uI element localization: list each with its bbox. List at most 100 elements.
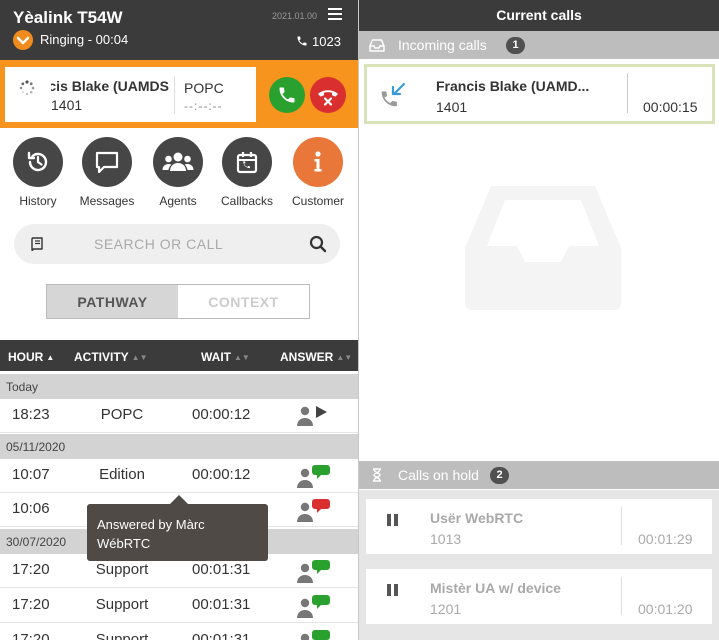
on-hold-call-card[interactable]: Mistèr UA w/ device 1201 00:01:20: [366, 569, 712, 624]
hangup-call-button[interactable]: [310, 77, 346, 113]
agent-answered-icon[interactable]: [296, 629, 336, 640]
cell-wait: 00:01:31: [192, 596, 251, 613]
agent-answered-icon[interactable]: [296, 464, 336, 488]
incoming-call-time: 00:00:15: [643, 99, 698, 115]
messages-label: Messages: [79, 194, 135, 208]
on-hold-caller-number: 1013: [430, 531, 462, 547]
phone-icon: [297, 36, 307, 46]
chevron-down-icon[interactable]: [13, 30, 33, 50]
nav-icon-row: History Messages Agents Callbacks Custom…: [0, 137, 358, 212]
cell-hour: 10:06: [12, 500, 50, 517]
callbacks-button[interactable]: Callbacks: [215, 137, 279, 208]
on-hold-call-time: 00:01:20: [638, 601, 693, 617]
sort-icon: ▲▼: [131, 353, 148, 362]
phone-panel: Yèalink T54W 2021.01.00 Ringing - 00:04 …: [0, 0, 358, 640]
top-bar: Yèalink T54W 2021.01.00 Ringing - 00:04 …: [0, 0, 358, 60]
column-answer-label: ANSWER: [280, 350, 334, 364]
agent-play-icon: [297, 406, 327, 426]
contacts-book-icon[interactable]: [29, 236, 45, 252]
sort-icon: ▲▼: [336, 353, 353, 362]
on-hold-call-card[interactable]: Usër WebRTC 1013 00:01:29: [366, 499, 712, 554]
cell-wait: 00:00:12: [192, 406, 251, 423]
cell-hour: 17:20: [12, 596, 50, 613]
history-icon: [13, 137, 63, 187]
column-wait-label: WAIT: [201, 350, 231, 364]
answer-call-button[interactable]: [269, 77, 305, 113]
caller-number: 1401: [51, 97, 83, 113]
extension-number: 1023: [312, 34, 341, 49]
on-hold-caller-number: 1201: [430, 601, 462, 617]
hangup-icon: [318, 90, 338, 106]
cell-hour: 10:07: [12, 466, 50, 483]
column-hour-label: HOUR: [8, 350, 44, 364]
search-icon[interactable]: [309, 235, 327, 253]
divider: [621, 577, 622, 615]
cell-activity: POPC: [100, 406, 144, 423]
sort-asc-icon: ▲: [46, 353, 55, 362]
agent-answered-icon[interactable]: [296, 594, 336, 618]
panel-title: Current calls: [359, 0, 719, 31]
on-hold-caller-name: Mistèr UA w/ device: [430, 580, 561, 596]
cell-activity: Support: [95, 631, 149, 640]
table-row[interactable]: 18:23 POPC 00:00:12: [0, 399, 358, 433]
customer-label: Customer: [291, 194, 344, 208]
divider: [174, 76, 175, 114]
tooltip-line: Answered by Màrc: [97, 517, 205, 532]
cell-hour: 18:23: [12, 406, 50, 423]
caller-name: Francis Blake (UAMDS: [51, 78, 169, 94]
incoming-call-card[interactable]: Francis Blake (UAMD... 1401 00:00:15: [364, 64, 715, 124]
sort-icon: ▲▼: [234, 353, 250, 362]
pause-icon[interactable]: [387, 514, 399, 526]
tooltip-arrow: [170, 495, 188, 504]
column-hour[interactable]: HOUR ▲: [8, 350, 54, 364]
calendar-icon: [222, 137, 272, 187]
column-activity[interactable]: ACTIVITY ▲▼: [74, 350, 148, 364]
column-answer[interactable]: ANSWER ▲▼: [280, 350, 352, 364]
agent-missed-icon[interactable]: [296, 498, 336, 522]
inbox-icon: [369, 39, 385, 52]
table-row[interactable]: 17:20 Support 00:01:31: [0, 624, 358, 640]
agents-button[interactable]: Agents: [146, 137, 210, 208]
phone-icon: [279, 87, 295, 103]
cell-activity: Edition: [99, 466, 145, 483]
info-icon: [293, 137, 343, 187]
history-button[interactable]: History: [6, 137, 70, 208]
incoming-count-badge: 1: [506, 37, 525, 54]
cell-activity: Support: [95, 596, 149, 613]
cell-wait: 00:01:31: [192, 561, 251, 578]
agent-answered-icon[interactable]: [296, 559, 336, 583]
spinner-icon: [19, 80, 35, 96]
table-row[interactable]: 17:20 Support 00:01:31: [0, 589, 358, 623]
column-wait[interactable]: WAIT ▲▼: [201, 350, 250, 364]
calls-on-hold-header: Calls on hold 2: [359, 461, 719, 489]
view-toggle: PATHWAY CONTEXT: [46, 284, 310, 319]
on-hold-call-time: 00:01:29: [638, 531, 693, 547]
call-timer: --:--:--: [184, 99, 223, 113]
cell-wait: 00:00:12: [192, 466, 251, 483]
device-name: Yèalink T54W: [13, 8, 123, 27]
cell-wait: 00:01:31: [192, 631, 251, 640]
callbacks-label: Callbacks: [220, 194, 274, 208]
header-date: 2021.01.00: [272, 11, 318, 21]
calls-on-hold-label: Calls on hold: [398, 467, 479, 483]
incoming-calls-label: Incoming calls: [398, 37, 487, 53]
agents-label: Agents: [159, 194, 197, 208]
messages-button[interactable]: Messages: [75, 137, 139, 208]
search-input[interactable]: [94, 224, 294, 264]
table-row[interactable]: 10:07 Edition 00:00:12: [0, 459, 358, 493]
tooltip-line: WébRTC: [97, 536, 151, 551]
calls-on-hold-section: Calls on hold 2 Usër WebRTC 1013 00:01:2…: [359, 461, 719, 640]
customer-button[interactable]: Customer: [286, 137, 350, 208]
incoming-caller-name: Francis Blake (UAMD...: [436, 78, 590, 94]
on-hold-caller-name: Usër WebRTC: [430, 510, 524, 526]
cell-activity: Support: [95, 561, 149, 578]
group-row: Today: [0, 374, 358, 399]
cell-hour: 17:20: [12, 631, 50, 640]
chat-bubble-icon: [82, 137, 132, 187]
hamburger-menu-icon[interactable]: [328, 8, 342, 20]
tab-context[interactable]: CONTEXT: [178, 285, 309, 318]
tab-pathway[interactable]: PATHWAY: [47, 285, 178, 318]
call-status: Ringing - 00:04: [40, 32, 128, 47]
ringing-call-card[interactable]: Francis Blake (UAMDS 1401 POPC --:--:--: [5, 67, 256, 122]
pause-icon[interactable]: [387, 584, 399, 596]
